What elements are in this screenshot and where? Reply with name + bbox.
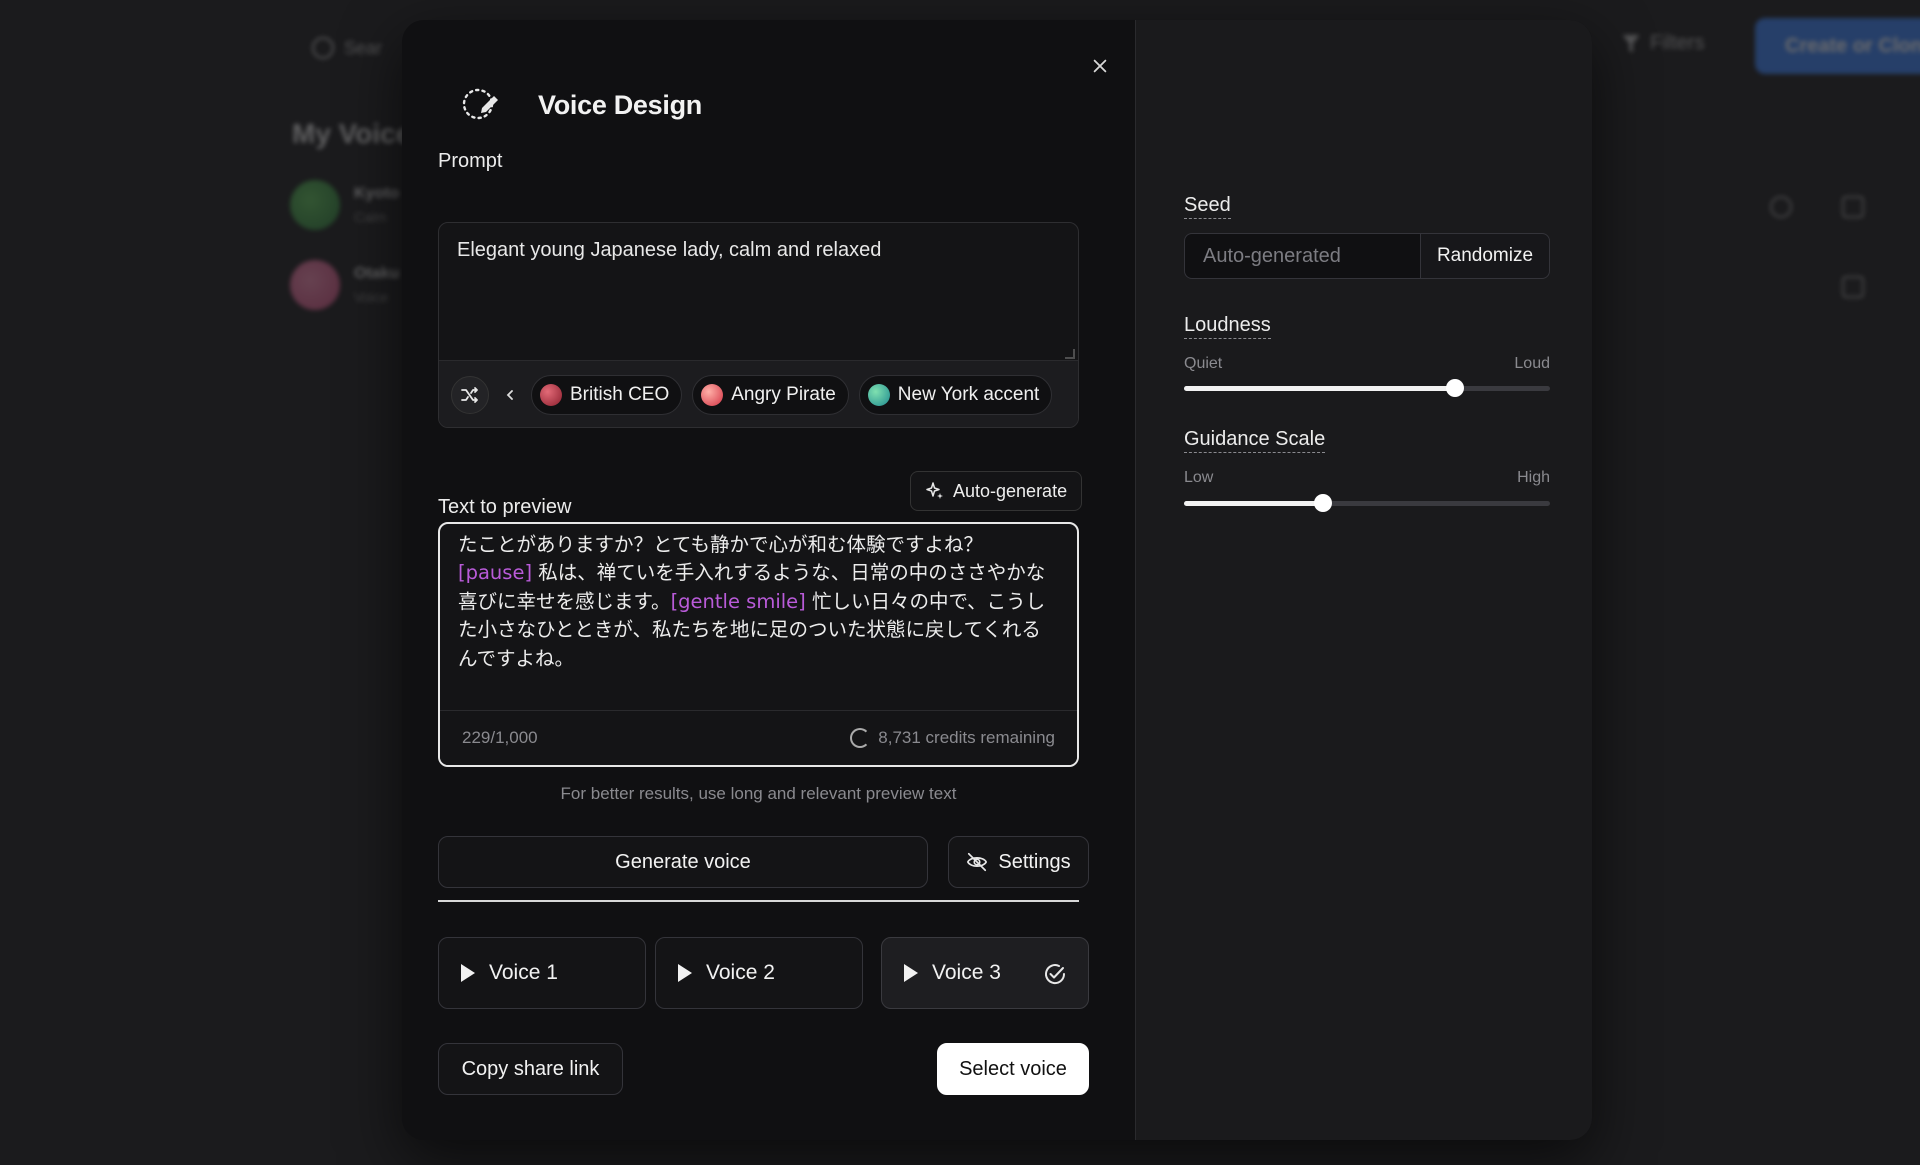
modal-title: Voice Design xyxy=(538,90,702,120)
seed-input[interactable]: Auto-generated xyxy=(1184,233,1420,279)
play-icon xyxy=(904,964,918,982)
copy-share-link-button[interactable]: Copy share link xyxy=(438,1043,623,1095)
shuffle-button[interactable] xyxy=(451,376,489,414)
voice-3-button[interactable]: Voice 3 xyxy=(881,937,1089,1009)
loading-icon xyxy=(850,728,871,748)
background-icon xyxy=(1842,196,1864,218)
chip-label: Angry Pirate xyxy=(731,384,836,405)
sparkle-icon xyxy=(926,482,943,499)
voice-label: Voice 1 xyxy=(489,961,558,984)
chip-angry-pirate[interactable]: Angry Pirate xyxy=(692,375,849,415)
loudness-slider[interactable] xyxy=(1184,379,1550,397)
filter-icon xyxy=(1622,34,1640,53)
preview-label: Text to preview xyxy=(438,496,572,518)
voice-label: Voice 2 xyxy=(706,961,775,984)
audio-tag: [gentle smile] xyxy=(670,589,806,613)
loudness-slider-thumb[interactable] xyxy=(1445,379,1464,397)
select-voice-label: Select voice xyxy=(959,1057,1067,1080)
voice-2-button[interactable]: Voice 2 xyxy=(655,937,863,1009)
play-icon xyxy=(461,964,475,982)
preview-line: めて、一日を静かに始めることができます。あなたは禅道を体験し xyxy=(458,524,1057,531)
guidance-slider-fill xyxy=(1184,501,1324,506)
prompt-textarea[interactable]: Elegant young Japanese lady, calm and re… xyxy=(439,223,1078,361)
prompt-field: Elegant young Japanese lady, calm and re… xyxy=(438,222,1079,428)
settings-label: Settings xyxy=(998,850,1071,873)
check-circle-icon xyxy=(1045,964,1066,985)
eye-off-icon xyxy=(967,852,988,872)
generate-voice-button[interactable]: Generate voice xyxy=(438,836,928,888)
guidance-max-label: High xyxy=(1517,469,1550,486)
close-button[interactable] xyxy=(1082,48,1118,84)
background-voice-sub: Calm xyxy=(354,209,387,225)
chip-avatar xyxy=(701,384,724,406)
chip-british-ceo[interactable]: British CEO xyxy=(531,375,683,415)
background-filters-label: Filters xyxy=(1650,32,1705,54)
guidance-min-label: Low xyxy=(1184,469,1214,486)
preview-line: 忙しい日々の中で、こうし xyxy=(805,589,1046,613)
background-create-button: Create or Clone xyxy=(1755,18,1920,74)
background-voice-item: Otaku Voice xyxy=(290,258,410,312)
avatar xyxy=(290,260,340,310)
chip-label: New York accent xyxy=(897,384,1040,405)
background-voice-name: Otaku xyxy=(354,265,400,282)
background-voice-name: Kyoto xyxy=(354,185,400,202)
copy-share-link-label: Copy share link xyxy=(461,1057,600,1080)
shuffle-icon xyxy=(461,387,478,403)
chip-avatar xyxy=(540,384,562,406)
auto-generate-button[interactable]: Auto-generate xyxy=(910,471,1083,511)
prompt-label: Prompt xyxy=(438,150,503,172)
preview-footer: 229/1,000 8,731 credits remaining xyxy=(440,710,1077,765)
play-icon xyxy=(678,964,692,982)
preview-line: たことがありますか？とても静かで心が和む体験ですよね？ xyxy=(458,532,983,556)
chevron-left-icon xyxy=(506,390,513,400)
select-voice-button[interactable]: Select voice xyxy=(937,1043,1089,1095)
chip-new-york-accent[interactable]: New York accent xyxy=(858,375,1053,415)
audio-tag: [pause] xyxy=(458,561,533,584)
modal-header: Voice Design xyxy=(460,82,702,129)
background-icon xyxy=(1770,196,1792,218)
background-voice-item: Kyoto Calm xyxy=(290,178,410,232)
chevron-left-button[interactable] xyxy=(499,376,521,414)
preview-line: た小さなひとときが、私たちを地に足のついた状態に戻してくれる xyxy=(458,618,1041,641)
background-voice-sub: Voice xyxy=(354,289,389,305)
chip-avatar xyxy=(867,384,890,406)
resize-handle-icon[interactable] xyxy=(1065,349,1075,359)
seed-label: Seed xyxy=(1184,194,1231,219)
credits-text: 8,731 credits remaining xyxy=(878,728,1055,747)
loudness-min-label: Quiet xyxy=(1184,355,1223,372)
guidance-slider-thumb[interactable] xyxy=(1314,494,1333,512)
prompt-suggestions: British CEO Angry Pirate New York accent xyxy=(439,361,1078,427)
preview-line: んですよね。 xyxy=(458,646,575,670)
background-icon xyxy=(1842,276,1864,298)
loudness-label: Loudness xyxy=(1184,314,1271,339)
divider xyxy=(438,900,1079,902)
voice-design-modal: Voice Design Prompt Elegant young Japane… xyxy=(402,20,1592,1140)
chip-label: British CEO xyxy=(570,384,670,405)
credits-status: 8,731 credits remaining xyxy=(850,728,1055,748)
voice-settings-panel: Seed Auto-generated Randomize Loudness Q… xyxy=(1135,20,1592,1140)
auto-generate-label: Auto-generate xyxy=(953,480,1068,501)
char-count: 229/1,000 xyxy=(462,728,538,747)
generate-voice-label: Generate voice xyxy=(615,850,751,873)
close-icon xyxy=(1093,59,1107,73)
settings-toggle-button[interactable]: Settings xyxy=(948,836,1089,888)
preview-line: 私は、禅ていを手入れするような、日常の中のささやかな xyxy=(532,561,1046,584)
voice-1-button[interactable]: Voice 1 xyxy=(438,937,646,1009)
randomize-button[interactable]: Randomize xyxy=(1420,233,1550,279)
loudness-max-label: Loud xyxy=(1514,355,1550,372)
preview-textarea[interactable]: めて、一日を静かに始めることができます。あなたは禅道を体験し たことがありますか… xyxy=(438,522,1079,767)
guidance-scale-slider[interactable] xyxy=(1184,494,1550,512)
voice-label: Voice 3 xyxy=(932,961,1001,984)
preview-hint: For better results, use long and relevan… xyxy=(560,784,957,803)
voice-design-icon xyxy=(460,82,502,129)
loudness-slider-fill xyxy=(1184,386,1455,391)
preview-text: めて、一日を静かに始めることができます。あなたは禅道を体験し たことがありますか… xyxy=(440,524,1077,673)
background-page-title: My Voice xyxy=(292,118,412,149)
preview-line: 喜びに幸せを感じます。 xyxy=(458,589,671,613)
avatar xyxy=(290,180,340,230)
guidance-scale-label: Guidance Scale xyxy=(1184,428,1326,453)
background-search-placeholder: Sear xyxy=(344,37,383,58)
search-icon xyxy=(312,37,334,59)
background-filters: Filters xyxy=(1622,32,1704,55)
